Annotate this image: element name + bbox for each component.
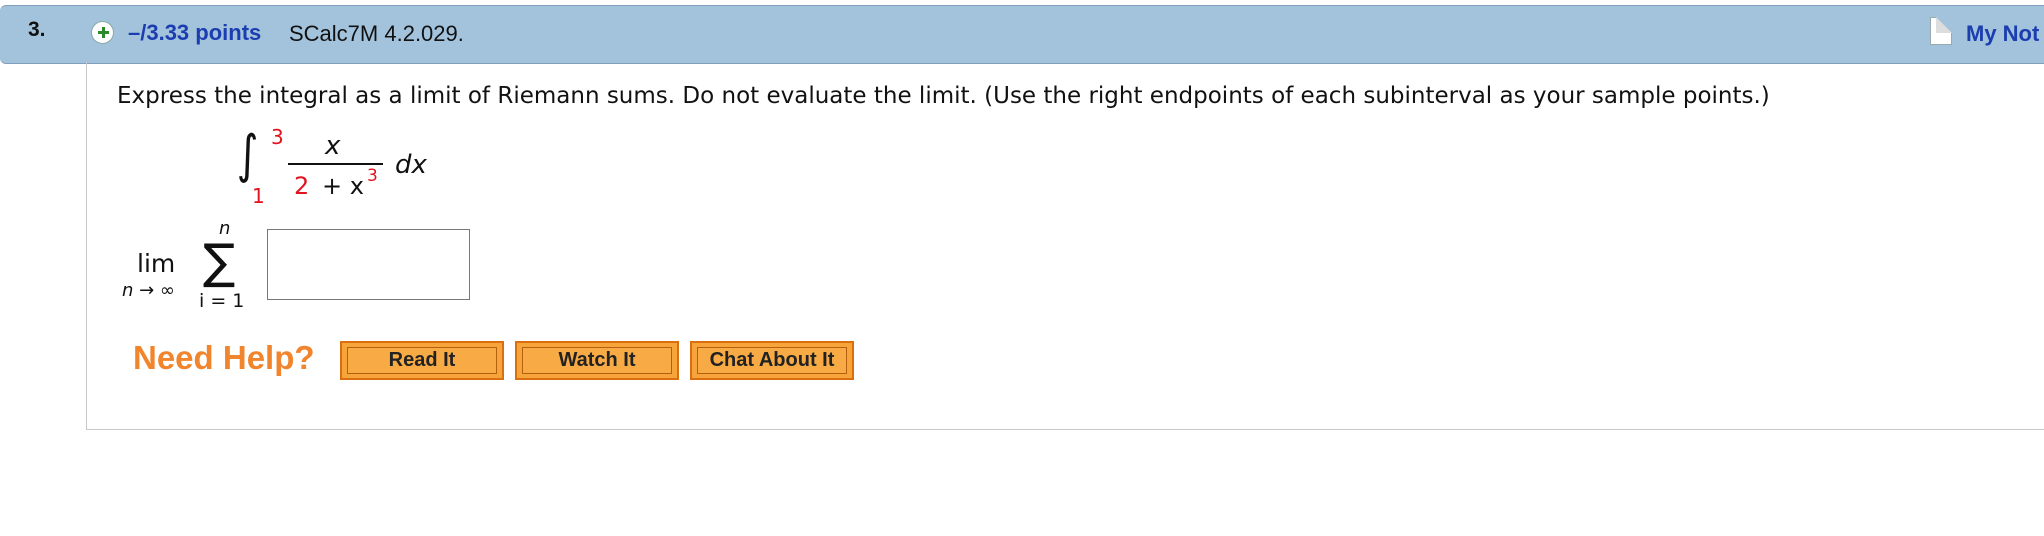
integral-sign: ∫	[236, 125, 259, 185]
fraction-bar	[288, 163, 383, 165]
need-help-label: Need Help?	[133, 339, 315, 376]
integral-lower-limit: 1	[252, 184, 265, 208]
sum-lower-index: i = 1	[199, 290, 245, 312]
limit-subscript: n → ∞	[122, 280, 175, 301]
integrand-denominator-constant: 2	[294, 172, 310, 200]
answer-input[interactable]	[267, 229, 470, 300]
question-prompt: Express the integral as a limit of Riema…	[117, 83, 1770, 109]
my-notes-link[interactable]: My Not	[1966, 21, 2039, 47]
question-number: 3.	[28, 18, 46, 41]
watch-it-button[interactable]: Watch It	[515, 341, 679, 380]
summation-sign: ∑	[203, 234, 236, 290]
integrand-denominator-exponent: 3	[367, 166, 378, 186]
integrand-denominator-term: + x	[322, 172, 364, 200]
chat-about-it-button[interactable]: Chat About It	[690, 341, 854, 380]
question-source: SCalc7M 4.2.029.	[289, 21, 464, 46]
read-it-button[interactable]: Read It	[340, 341, 504, 380]
limit-label: lim	[137, 249, 176, 278]
watch-it-label: Watch It	[522, 347, 672, 374]
expand-plus-icon[interactable]	[91, 21, 114, 44]
question-points: –/3.33 points	[128, 20, 262, 45]
integral-differential: dx	[395, 150, 427, 180]
chat-about-it-label: Chat About It	[697, 347, 847, 374]
note-icon[interactable]	[1930, 17, 1952, 45]
integrand-numerator: x	[325, 131, 341, 161]
integral-upper-limit: 3	[271, 125, 284, 149]
read-it-label: Read It	[347, 347, 497, 374]
